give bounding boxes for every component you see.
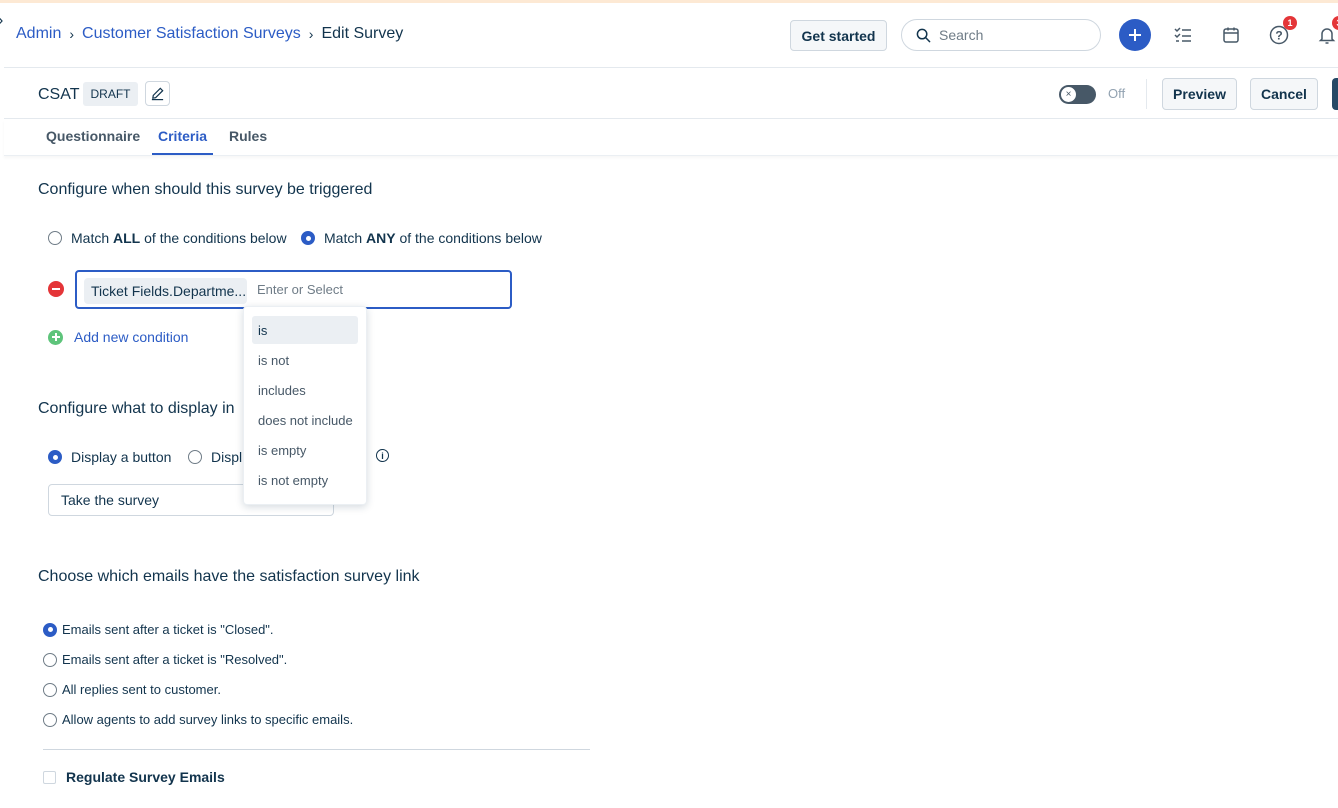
regulate-emails-option[interactable]: Regulate Survey Emails: [43, 769, 225, 785]
operator-option-is-empty[interactable]: is empty: [252, 436, 358, 464]
pencil-icon: [151, 87, 164, 101]
get-started-button[interactable]: Get started: [790, 20, 887, 51]
display-button-label: Display a button: [71, 449, 172, 465]
tab-bar: Questionnaire Criteria Rules: [4, 120, 1338, 156]
match-any-radio[interactable]: [301, 231, 315, 245]
survey-toolbar: CSAT DRAFT × Off Preview Cancel: [4, 69, 1338, 119]
tab-questionnaire[interactable]: Questionnaire: [46, 128, 140, 153]
emails-section-title: Choose which emails have the satisfactio…: [38, 568, 420, 585]
match-any-option[interactable]: Match ANY of the conditions below: [301, 230, 542, 246]
chevron-right-icon: ›: [69, 26, 75, 42]
email-option[interactable]: Emails sent after a ticket is "Resolved"…: [43, 652, 287, 667]
email-option-label: Emails sent after a ticket is "Closed".: [62, 622, 274, 637]
condition-field-chip[interactable]: Ticket Fields.Departme...: [84, 278, 247, 304]
search-placeholder: Search: [939, 27, 984, 43]
match-all-prefix: Match: [71, 230, 114, 246]
display-other-radio[interactable]: [188, 450, 202, 464]
info-icon[interactable]: i: [376, 449, 389, 462]
add-condition-button[interactable]: Add new condition: [48, 329, 188, 345]
calendar-icon[interactable]: [1218, 22, 1244, 48]
add-condition-label: Add new condition: [74, 329, 189, 345]
email-option-radio[interactable]: [43, 652, 57, 667]
email-option-label: Emails sent after a ticket is "Resolved"…: [62, 652, 288, 667]
email-option-radio[interactable]: [43, 622, 57, 637]
svg-text:?: ?: [1275, 29, 1282, 43]
match-all-radio[interactable]: [48, 231, 62, 245]
match-any-suffix: of the conditions below: [395, 230, 542, 246]
close-icon: ×: [1061, 87, 1076, 102]
condition-row[interactable]: Ticket Fields.Departme... Enter or Selec…: [75, 270, 512, 309]
breadcrumb: Admin › Customer Satisfaction Surveys › …: [16, 25, 403, 43]
trigger-section-title: Configure when should this survey be tri…: [38, 181, 373, 198]
match-all-option[interactable]: Match ALL of the conditions below: [48, 230, 287, 246]
operator-option-does-not-include[interactable]: does not include: [252, 406, 358, 434]
regulate-emails-checkbox[interactable]: [43, 770, 56, 784]
match-any-prefix: Match: [324, 230, 367, 246]
operator-option-is[interactable]: is: [252, 316, 358, 344]
survey-name: CSAT: [38, 86, 80, 103]
operator-option-is-not-empty[interactable]: is not empty: [252, 466, 358, 494]
breadcrumb-current: Edit Survey: [321, 25, 404, 42]
match-all-bold: ALL: [113, 230, 141, 246]
breadcrumb-admin[interactable]: Admin: [16, 25, 61, 43]
match-any-bold: ANY: [366, 230, 396, 246]
operator-option-is-not[interactable]: is not: [252, 346, 358, 374]
add-new-button[interactable]: [1119, 19, 1151, 51]
save-button[interactable]: [1332, 78, 1338, 110]
tab-criteria[interactable]: Criteria: [152, 128, 214, 155]
remove-condition-icon[interactable]: [48, 281, 64, 297]
search-input[interactable]: Search: [901, 19, 1101, 51]
regulate-emails-label: Regulate Survey Emails: [66, 769, 225, 785]
match-all-suffix: of the conditions below: [140, 230, 287, 246]
email-option-radio[interactable]: [43, 712, 57, 727]
top-header: Admin › Customer Satisfaction Surveys › …: [4, 3, 1338, 68]
tab-rules[interactable]: Rules: [229, 128, 267, 153]
edit-name-button[interactable]: [145, 81, 170, 106]
email-option-label: All replies sent to customer.: [62, 682, 221, 697]
chevron-right-icon[interactable]: ›: [0, 12, 3, 30]
email-option[interactable]: Allow agents to add survey links to spec…: [43, 712, 353, 727]
chevron-right-icon: ›: [308, 26, 314, 42]
operator-dropdown: is is not includes does not include is e…: [243, 306, 367, 505]
email-option-radio[interactable]: [43, 682, 57, 697]
display-button-option[interactable]: Display a button: [48, 449, 171, 465]
divider: [1146, 79, 1147, 109]
display-button-radio[interactable]: [48, 450, 62, 464]
add-circle-icon: [48, 329, 63, 345]
plus-icon: [1129, 29, 1141, 41]
help-badge: 1: [1283, 16, 1297, 30]
status-badge: DRAFT: [83, 82, 138, 106]
operator-option-includes[interactable]: includes: [252, 376, 358, 404]
checklist-icon[interactable]: [1170, 22, 1196, 48]
display-other-option[interactable]: Displ: [188, 449, 242, 465]
display-other-label: Displ: [211, 449, 243, 465]
email-option[interactable]: Emails sent after a ticket is "Closed".: [43, 622, 274, 637]
divider: [43, 749, 590, 750]
search-icon: [916, 28, 931, 42]
email-option-label: Allow agents to add survey links to spec…: [62, 712, 354, 727]
preview-button[interactable]: Preview: [1162, 78, 1237, 110]
operator-input[interactable]: Enter or Select: [257, 282, 343, 297]
toggle-label: Off: [1108, 86, 1126, 101]
cancel-button[interactable]: Cancel: [1250, 78, 1318, 110]
email-option[interactable]: All replies sent to customer.: [43, 682, 221, 697]
display-section-title: Configure what to display in: [38, 400, 235, 417]
survey-toggle[interactable]: ×: [1059, 85, 1096, 104]
breadcrumb-surveys[interactable]: Customer Satisfaction Surveys: [82, 25, 301, 43]
